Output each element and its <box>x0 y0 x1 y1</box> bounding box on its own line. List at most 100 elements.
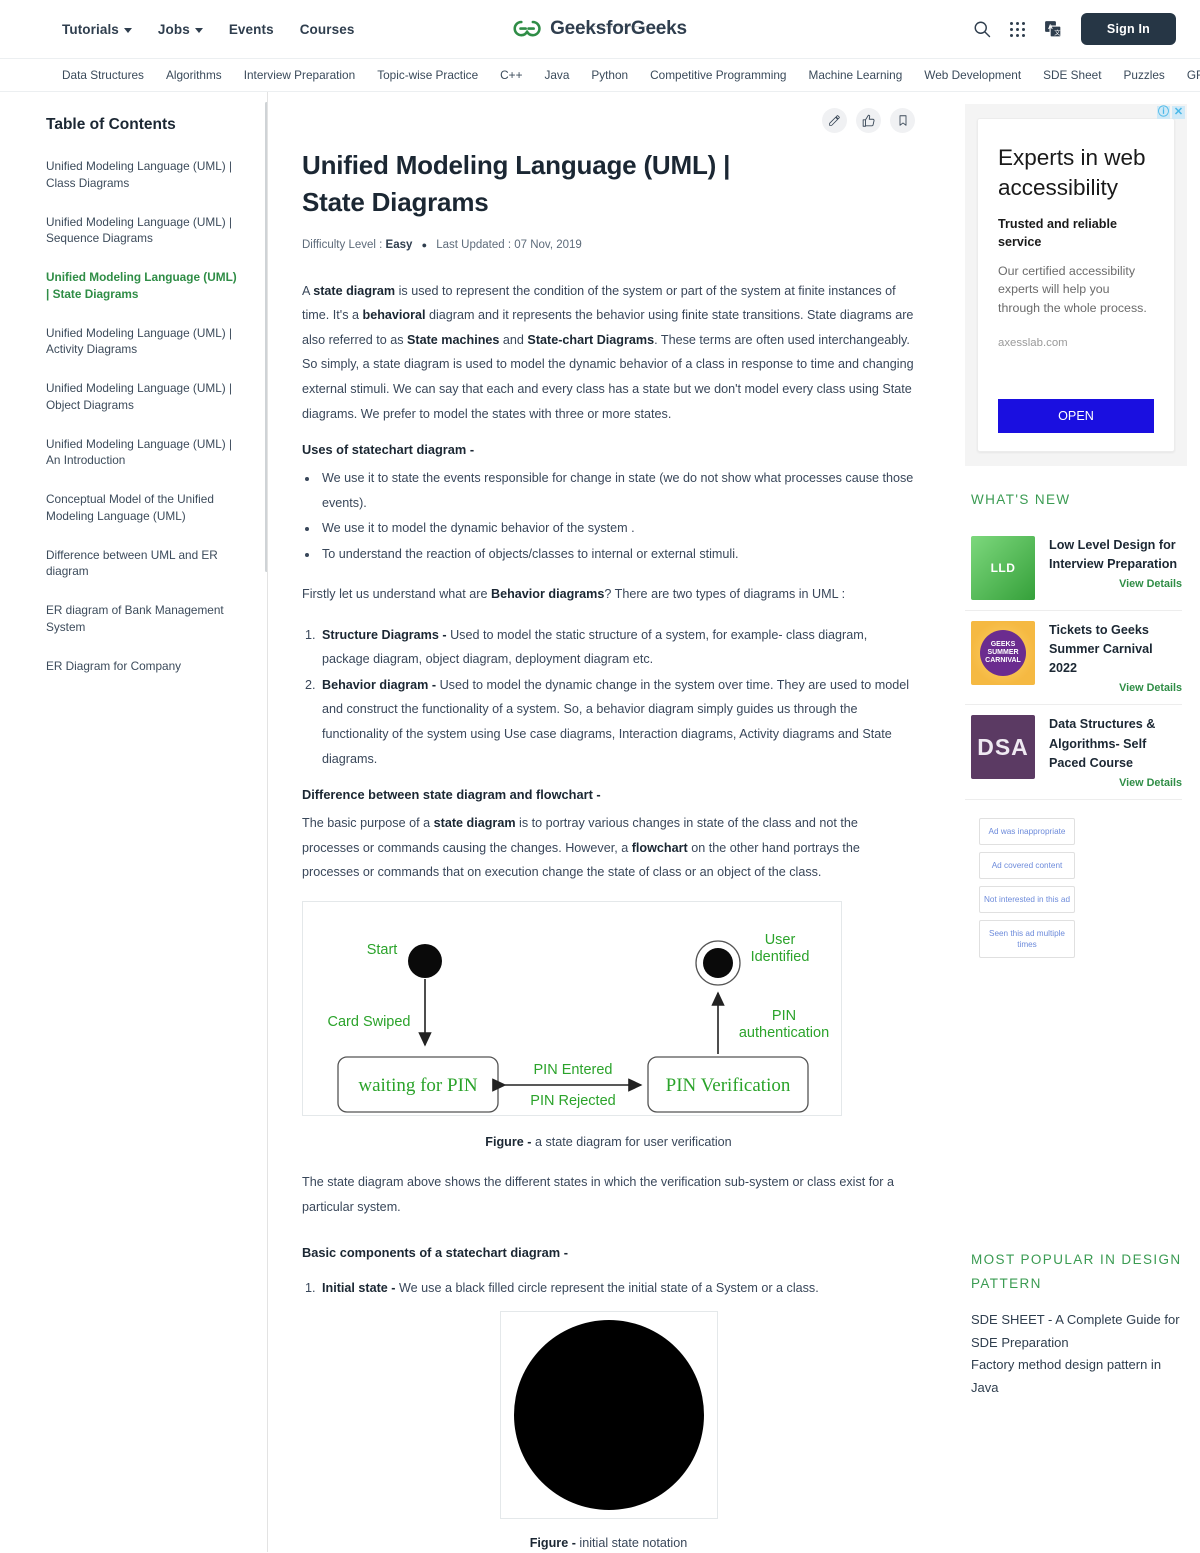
toc-item-5[interactable]: Unified Modeling Language (UML) | An Int… <box>46 436 239 470</box>
nav-item-tutorials[interactable]: Tutorials <box>62 22 132 37</box>
sign-in-button[interactable]: Sign In <box>1080 13 1176 45</box>
view-details-link[interactable]: View Details <box>1049 682 1182 694</box>
ad-close-icon[interactable]: ✕ <box>1172 106 1185 119</box>
most-popular-item-1[interactable]: Factory method design pattern in Java <box>971 1354 1182 1399</box>
apps-grid-icon[interactable] <box>1009 21 1025 37</box>
primary-nav: Tutorials Jobs Events Courses <box>62 22 354 37</box>
category-c-[interactable]: C++ <box>500 68 522 82</box>
chevron-down-icon <box>194 27 203 33</box>
header-actions: A 文 Sign In <box>972 13 1176 45</box>
ad-feedback-button-3[interactable]: Seen this ad multiple times <box>979 920 1075 959</box>
translate-icon[interactable]: A 文 <box>1043 19 1063 39</box>
view-details-link[interactable]: View Details <box>1049 777 1182 789</box>
svg-text:authentication: authentication <box>739 1025 829 1041</box>
ad-subheadline: Trusted and reliable service <box>998 216 1117 249</box>
svg-text:Card Swiped: Card Swiped <box>327 1014 410 1030</box>
view-details-link[interactable]: View Details <box>1049 578 1182 590</box>
whats-new-thumbnail: DSA <box>971 715 1035 780</box>
toc-item-3[interactable]: Unified Modeling Language (UML) | Activi… <box>46 325 239 359</box>
toc-heading: Table of Contents <box>46 116 176 133</box>
components-heading: Basic components of a statechart diagram… <box>302 1245 568 1261</box>
whats-new-item-2[interactable]: DSA Data Structures & Algorithms- Self P… <box>965 705 1182 800</box>
search-icon[interactable] <box>972 19 992 39</box>
nav-item-jobs[interactable]: Jobs <box>158 22 203 37</box>
chevron-down-icon <box>123 27 132 33</box>
whats-new-item-1[interactable]: GEEKS SUMMER CARNIVAL Tickets to Geeks S… <box>965 611 1182 706</box>
ad-open-button[interactable]: OPEN <box>998 399 1154 434</box>
whats-new-title: Tickets to Geeks Summer Carnival 2022 <box>1049 623 1153 676</box>
diagram-type-1: Behavior diagram - Used to model the dyn… <box>319 673 915 771</box>
ad-feedback-button-1[interactable]: Ad covered content <box>979 851 1075 880</box>
ad-feedback-button-0[interactable]: Ad was inappropriate <box>979 817 1075 845</box>
nav-item-label: Jobs <box>157 21 190 37</box>
ad-url: axesslab.com <box>998 337 1068 350</box>
figure-1-caption-bold: Figure - <box>485 1134 532 1149</box>
ad-feedback-panel: Ad was inappropriate Ad covered content No… <box>979 817 1075 959</box>
difficulty-label: Difficulty Level : <box>302 238 383 251</box>
difference-heading: Difference between state diagram and flo… <box>302 787 601 803</box>
article-action-buttons <box>302 108 915 133</box>
category-topic-wise-practice[interactable]: Topic-wise Practice <box>377 68 478 82</box>
whats-new-title: Data Structures & Algorithms- Self Paced… <box>1049 717 1156 770</box>
nav-item-label: Tutorials <box>62 21 119 37</box>
toc-item-0[interactable]: Unified Modeling Language (UML) | Class … <box>46 158 239 192</box>
toc-item-4[interactable]: Unified Modeling Language (UML) | Object… <box>46 380 239 414</box>
nav-item-events[interactable]: Events <box>229 22 274 37</box>
category-puzzles[interactable]: Puzzles <box>1124 68 1165 82</box>
toc-item-9[interactable]: ER Diagram for Company <box>46 658 239 675</box>
figure-2-caption: Figure - initial state notation <box>302 1531 915 1553</box>
ad-card[interactable]: Experts in web accessibility Trusted and… <box>977 118 1175 453</box>
toc-item-7[interactable]: Difference between UML and ER diagram <box>46 547 239 581</box>
whats-new-title: Low Level Design for Interview Preparati… <box>1049 538 1178 572</box>
toc-item-8[interactable]: ER diagram of Bank Management System <box>46 602 239 636</box>
use-item-1: We use it to model the dynamic behavior … <box>319 516 915 541</box>
article-body: A state diagram is used to represent the… <box>302 279 915 1553</box>
category-data-structures[interactable]: Data Structures <box>62 68 144 82</box>
initial-state-node <box>408 943 442 978</box>
difference-paragraph: The basic purpose of a state diagram is … <box>302 816 860 880</box>
category-interview-preparation[interactable]: Interview Preparation <box>244 68 355 82</box>
ad-controls: ⓘ ✕ <box>1157 106 1185 119</box>
state-diagram-figure: Start Card Swiped waiting for PIN PIN Ve… <box>302 900 842 1116</box>
advertisement-container: ⓘ ✕ Experts in web accessibility Trusted… <box>965 104 1187 467</box>
svg-text:PIN Entered: PIN Entered <box>534 1062 613 1078</box>
svg-text:PIN Verification: PIN Verification <box>666 1075 791 1096</box>
bookmark-icon[interactable] <box>890 108 915 133</box>
article-main: Unified Modeling Language (UML) | State … <box>268 92 955 1552</box>
ad-feedback-button-2[interactable]: Not interested in this ad <box>979 886 1075 914</box>
category-web-development[interactable]: Web Development <box>924 68 1021 82</box>
right-sidebar: ⓘ ✕ Experts in web accessibility Trusted… <box>955 92 1200 1552</box>
category-algorithms[interactable]: Algorithms <box>166 68 222 82</box>
nav-item-label: Events <box>228 21 274 37</box>
toc-item-6[interactable]: Conceptual Model of the Unified Modeling… <box>46 491 239 525</box>
diagram-types-list: Structure Diagrams - Used to model the s… <box>319 623 915 771</box>
category-python[interactable]: Python <box>591 68 628 82</box>
last-updated: Last Updated : 07 Nov, 2019 <box>436 238 582 251</box>
category-competitive-programming[interactable]: Competitive Programming <box>650 68 786 82</box>
thumbs-up-icon[interactable] <box>856 108 881 133</box>
svg-text:Start: Start <box>367 942 398 958</box>
category-machine-learning[interactable]: Machine Learning <box>809 68 903 82</box>
state-diagram-svg: Start Card Swiped waiting for PIN PIN Ve… <box>327 932 829 1113</box>
edit-pencil-icon[interactable] <box>822 108 847 133</box>
svg-text:PIN: PIN <box>772 1008 796 1024</box>
category-java[interactable]: Java <box>544 68 569 82</box>
whats-new-item-0[interactable]: LLD Low Level Design for Interview Prepa… <box>965 526 1182 612</box>
category-sde-sheet[interactable]: SDE Sheet <box>1043 68 1101 82</box>
ad-info-icon[interactable]: ⓘ <box>1157 106 1170 119</box>
diagram-type-0: Structure Diagrams - Used to model the s… <box>319 623 915 672</box>
category-nav-bar: Data Structures Algorithms Interview Prepa… <box>0 58 1200 92</box>
meta-separator: ● <box>421 239 428 250</box>
ad-headline: Experts in web accessibility <box>998 145 1146 200</box>
behavior-intro: Firstly let us understand what are Behav… <box>302 587 846 602</box>
toc-item-2[interactable]: Unified Modeling Language (UML) | State … <box>46 269 239 303</box>
nav-item-label: Courses <box>299 21 355 37</box>
toc-item-1[interactable]: Unified Modeling Language (UML) | Sequen… <box>46 214 239 248</box>
most-popular-item-0[interactable]: SDE SHEET - A Complete Guide for SDE Pre… <box>971 1309 1182 1354</box>
toc-list: Unified Modeling Language (UML) | Class … <box>46 158 239 674</box>
brand-name: GeeksforGeeks <box>550 18 687 39</box>
site-logo[interactable]: GeeksforGeeks <box>513 18 687 40</box>
category-gfg-school[interactable]: GFG School <box>1187 68 1200 82</box>
nav-item-courses[interactable]: Courses <box>300 22 355 37</box>
initial-state-figure <box>499 1310 718 1519</box>
